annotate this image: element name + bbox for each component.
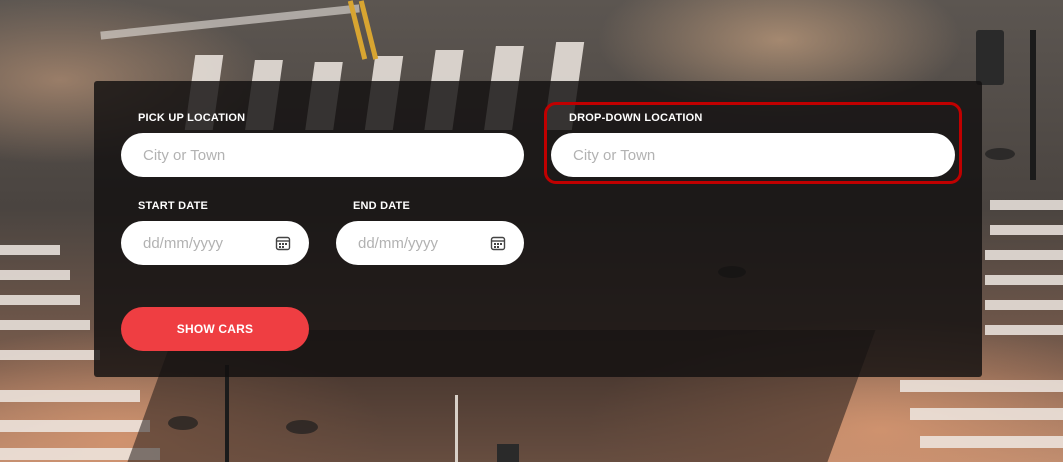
- pickup-location-label: PICK UP LOCATION: [138, 112, 246, 124]
- start-date-label: START DATE: [138, 200, 209, 212]
- end-date-label: END DATE: [353, 200, 411, 212]
- calendar-icon[interactable]: [490, 235, 506, 251]
- dropoff-location-input[interactable]: [551, 133, 955, 177]
- pickup-location-input[interactable]: [121, 133, 524, 177]
- dropoff-location-label: DROP-DOWN LOCATION: [569, 112, 703, 124]
- end-date-placeholder: dd/mm/yyyy: [358, 234, 439, 252]
- show-cars-button[interactable]: SHOW CARS: [121, 307, 309, 351]
- start-date-input[interactable]: dd/mm/yyyy: [121, 221, 309, 265]
- end-date-input[interactable]: dd/mm/yyyy: [336, 221, 524, 265]
- calendar-icon[interactable]: [275, 235, 291, 251]
- start-date-placeholder: dd/mm/yyyy: [143, 234, 224, 252]
